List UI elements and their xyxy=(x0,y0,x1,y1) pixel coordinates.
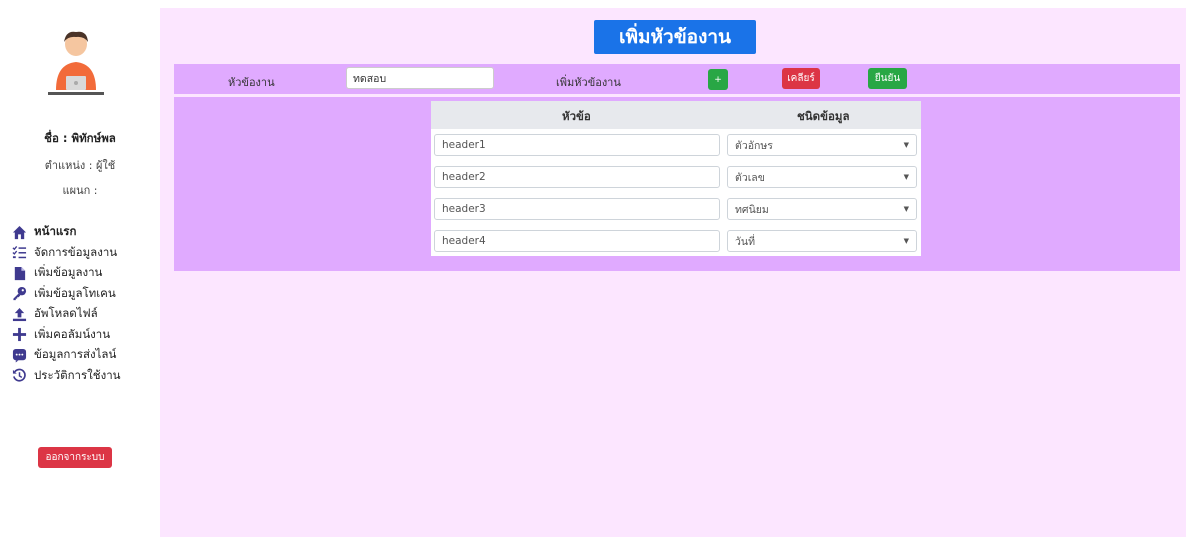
caret-down-icon: ▼ xyxy=(903,205,909,213)
column-header-topic: หัวข้อ xyxy=(562,109,591,123)
plus-icon xyxy=(10,327,28,343)
sidebar-item-upload[interactable]: อัพโหลดไฟล์ xyxy=(10,304,121,325)
header-name-input[interactable]: header3 xyxy=(434,198,720,220)
headers-table: หัวข้อ ชนิดข้อมูล header1 ตัวอักษร ▼ hea… xyxy=(431,101,921,256)
home-icon xyxy=(10,224,28,240)
profile-position: ตำแหน่ง : ผู้ใช้ xyxy=(44,159,116,172)
datatype-select[interactable]: ตัวเลข ▼ xyxy=(727,166,917,188)
sidebar-item-label: เพิ่มคอลัมน์งาน xyxy=(34,326,111,341)
sidebar-item-add-job[interactable]: เพิ่มข้อมูลงาน xyxy=(10,263,121,284)
sidebar-menu: หน้าแรก จัดการข้อมูลงาน เพิ่มข้อมูลงาน เ… xyxy=(10,222,121,386)
profile-name: ชื่อ : พิทักษ์พล xyxy=(44,131,116,145)
add-header-button[interactable]: + xyxy=(708,69,728,90)
datatype-select[interactable]: ทศนิยม ▼ xyxy=(727,198,917,220)
header-name-input[interactable]: header4 xyxy=(434,230,720,252)
upload-icon xyxy=(10,306,28,322)
key-icon xyxy=(10,286,28,302)
datatype-select[interactable]: วันที่ ▼ xyxy=(727,230,917,252)
sidebar-item-label: เพิ่มข้อมูลงาน xyxy=(34,265,103,280)
column-header-datatype: ชนิดข้อมูล xyxy=(797,109,850,123)
caret-down-icon: ▼ xyxy=(903,173,909,181)
sidebar-item-manage-jobs[interactable]: จัดการข้อมูลงาน xyxy=(10,243,121,264)
user-avatar xyxy=(48,31,104,95)
sidebar: ชื่อ : พิทักษ์พล ตำแหน่ง : ผู้ใช้ แผนก :… xyxy=(0,0,160,537)
sidebar-item-label: ข้อมูลการส่งไลน์ xyxy=(34,347,117,362)
sidebar-item-add-token[interactable]: เพิ่มข้อมูลโทเคน xyxy=(10,284,121,305)
add-header-label: เพิ่มหัวข้องาน xyxy=(556,76,621,89)
sidebar-item-label: อัพโหลดไฟล์ xyxy=(34,306,98,321)
table-row: header1 ตัวอักษร ▼ xyxy=(431,132,921,164)
caret-down-icon: ▼ xyxy=(903,237,909,245)
sidebar-item-label: เพิ่มข้อมูลโทเคน xyxy=(34,285,116,300)
table-row: header2 ตัวเลข ▼ xyxy=(431,164,921,196)
profile-department: แผนก : xyxy=(62,184,98,197)
sidebar-item-add-column[interactable]: เพิ่มคอลัมน์งาน xyxy=(10,325,121,346)
history-icon xyxy=(10,368,28,384)
caret-down-icon: ▼ xyxy=(903,141,909,149)
datatype-select-value: วันที่ xyxy=(735,235,755,248)
sidebar-item-label: หน้าแรก xyxy=(34,224,77,239)
table-row: header3 ทศนิยม ▼ xyxy=(431,196,921,228)
main-content: เพิ่มหัวข้องาน หัวข้องาน เพิ่มหัวข้องาน … xyxy=(160,8,1186,537)
chat-icon xyxy=(10,347,28,363)
sidebar-item-label: ประวัติการใช้งาน xyxy=(34,367,121,382)
clear-button[interactable]: เคลียร์ xyxy=(782,68,820,89)
file-icon xyxy=(10,265,28,281)
datatype-select-value: ตัวอักษร xyxy=(735,139,773,152)
datatype-select[interactable]: ตัวอักษร ▼ xyxy=(727,134,917,156)
list-check-icon xyxy=(10,245,28,261)
logout-button[interactable]: ออกจากระบบ xyxy=(38,447,112,468)
headers-panel: หัวข้อ ชนิดข้อมูล header1 ตัวอักษร ▼ hea… xyxy=(174,97,1180,271)
sidebar-item-home[interactable]: หน้าแรก xyxy=(10,222,121,243)
confirm-button[interactable]: ยืนยัน xyxy=(868,68,907,89)
datatype-select-value: ทศนิยม xyxy=(735,203,769,216)
page-title: เพิ่มหัวข้องาน xyxy=(594,20,756,54)
header-toolbar: หัวข้องาน เพิ่มหัวข้องาน + เคลียร์ ยืนยั… xyxy=(174,64,1180,94)
header-name-input[interactable]: header2 xyxy=(434,166,720,188)
sidebar-item-history[interactable]: ประวัติการใช้งาน xyxy=(10,366,121,387)
header-name-input[interactable]: header1 xyxy=(434,134,720,156)
topic-label: หัวข้องาน xyxy=(228,76,275,89)
datatype-select-value: ตัวเลข xyxy=(735,171,765,184)
topic-input[interactable] xyxy=(346,67,494,89)
sidebar-item-label: จัดการข้อมูลงาน xyxy=(34,244,118,259)
table-header-row: หัวข้อ ชนิดข้อมูล xyxy=(431,101,921,129)
sidebar-item-line-data[interactable]: ข้อมูลการส่งไลน์ xyxy=(10,345,121,366)
table-row: header4 วันที่ ▼ xyxy=(431,228,921,260)
